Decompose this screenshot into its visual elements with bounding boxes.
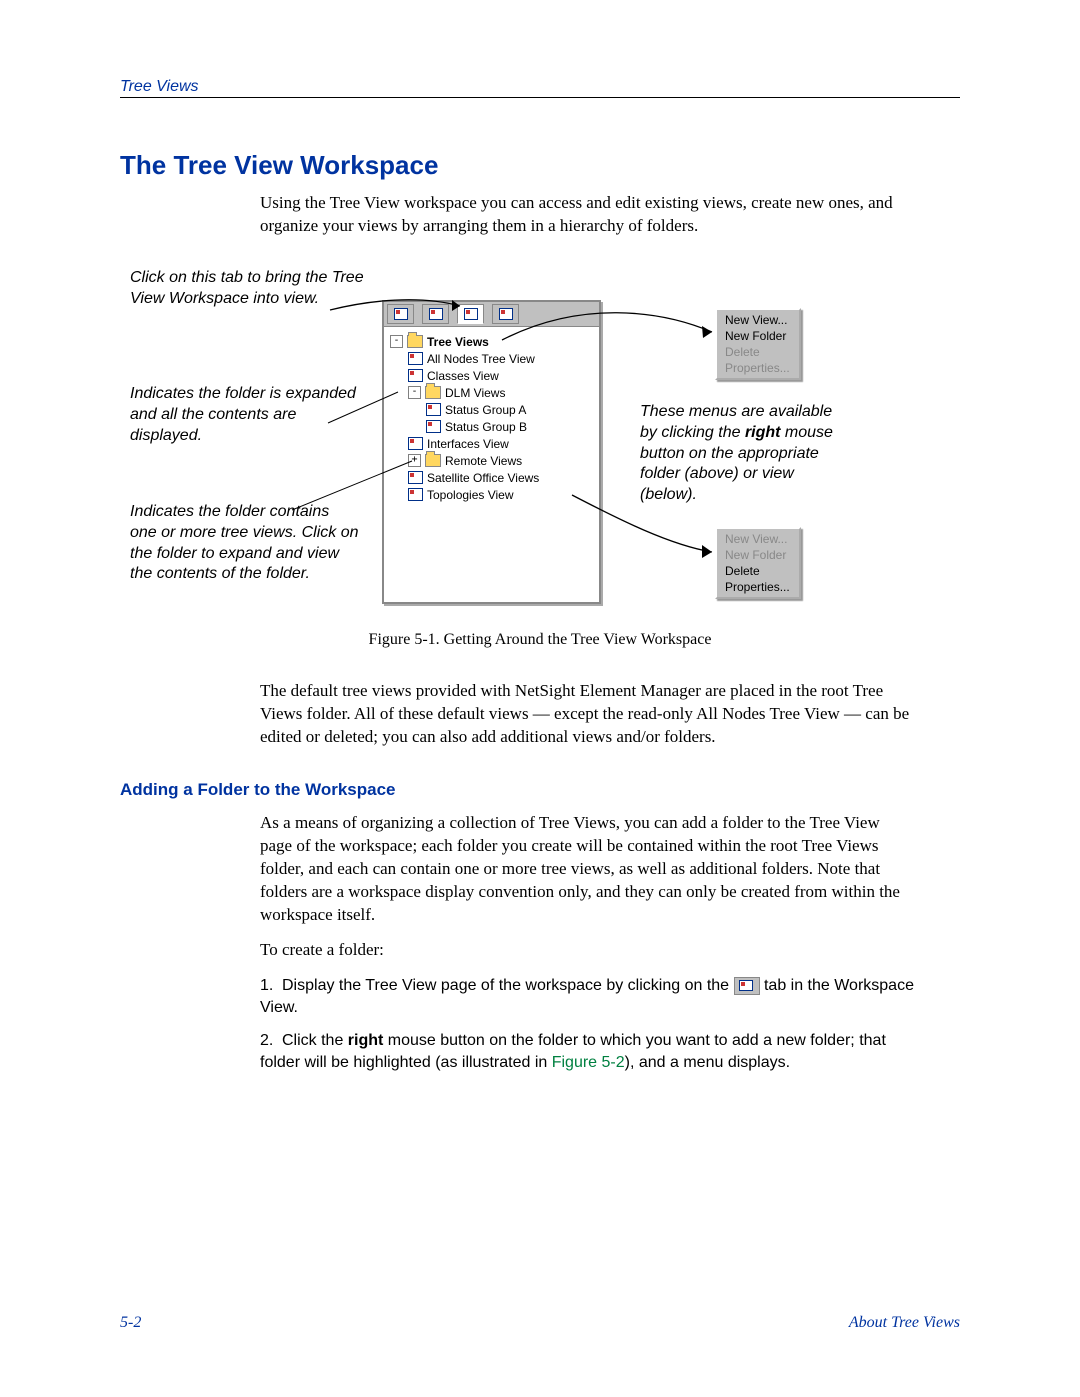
paragraph-add-folder: As a means of organizing a collection of… <box>260 812 915 927</box>
page-number: 5-2 <box>120 1314 141 1332</box>
paragraph-default-views: The default tree views provided with Net… <box>260 680 915 749</box>
menu-new-view[interactable]: New View... <box>719 531 797 547</box>
tree-item-label: All Nodes Tree View <box>427 352 535 366</box>
folder-icon <box>407 335 423 348</box>
view-icon <box>426 403 441 416</box>
context-menu-view: New View... New Folder Delete Properties… <box>715 527 801 599</box>
view-icon <box>408 471 423 484</box>
view-icon <box>408 352 423 365</box>
expand-plus-icon[interactable]: + <box>408 454 421 467</box>
tree-root[interactable]: - Tree Views <box>390 333 593 350</box>
tree-item[interactable]: Classes View <box>390 367 593 384</box>
menu-delete[interactable]: Delete <box>719 344 797 360</box>
header-rule <box>120 97 960 98</box>
tab-icon <box>394 308 408 320</box>
paragraph-to-create: To create a folder: <box>260 940 384 960</box>
folder-icon <box>425 386 441 399</box>
workspace-tabstrip <box>384 302 599 327</box>
footer-section: About Tree Views <box>849 1314 960 1332</box>
workspace-tab-2[interactable] <box>422 304 449 324</box>
callout-context-menu: These menus are available by clicking th… <box>640 402 845 506</box>
tree-folder-dlm[interactable]: - DLM Views <box>390 384 593 401</box>
treeview-tab-icon <box>734 977 760 995</box>
figure-caption: Figure 5-1. Getting Around the Tree View… <box>0 631 1080 649</box>
tree-item-label: Classes View <box>427 369 499 383</box>
workspace-tab-treeview[interactable] <box>457 304 484 324</box>
expand-minus-icon[interactable]: - <box>390 335 403 348</box>
view-icon <box>408 437 423 450</box>
tree-view-workspace-figure: - Tree Views All Nodes Tree View Classes… <box>382 300 601 604</box>
tree-root-label: Tree Views <box>427 335 489 349</box>
callout-collapsed-folder: Indicates the folder contains one or mor… <box>130 502 360 585</box>
page-footer: 5-2 About Tree Views <box>120 1314 960 1332</box>
workspace-tab-1[interactable] <box>387 304 414 324</box>
menu-delete[interactable]: Delete <box>719 563 797 579</box>
expand-minus-icon[interactable]: - <box>408 386 421 399</box>
menu-new-folder[interactable]: New Folder <box>719 547 797 563</box>
tab-icon <box>429 308 443 320</box>
menu-properties[interactable]: Properties... <box>719 360 797 376</box>
section-title: The Tree View Workspace <box>120 150 438 181</box>
intro-paragraph: Using the Tree View workspace you can ac… <box>260 192 915 238</box>
subsection-title: Adding a Folder to the Workspace <box>120 780 396 800</box>
tree-item-label: Satellite Office Views <box>427 471 539 485</box>
menu-new-folder[interactable]: New Folder <box>719 328 797 344</box>
tree-item-label: DLM Views <box>445 386 505 400</box>
view-icon <box>408 369 423 382</box>
tree-item[interactable]: Satellite Office Views <box>390 469 593 486</box>
tree-item[interactable]: Status Group B <box>390 418 593 435</box>
tab-icon <box>464 308 478 320</box>
step-1: 1.Display the Tree View page of the work… <box>260 975 915 1020</box>
tree-item[interactable]: Topologies View <box>390 486 593 503</box>
tree-item-label: Status Group A <box>445 403 526 417</box>
tree-item-label: Interfaces View <box>427 437 509 451</box>
callout-expanded-folder: Indicates the folder is expanded and all… <box>130 384 360 446</box>
view-icon <box>426 420 441 433</box>
tab-icon <box>499 308 513 320</box>
page-header-label: Tree Views <box>120 78 199 96</box>
folder-icon <box>425 454 441 467</box>
tree-folder-remote[interactable]: + Remote Views <box>390 452 593 469</box>
menu-properties[interactable]: Properties... <box>719 579 797 595</box>
tree-item[interactable]: All Nodes Tree View <box>390 350 593 367</box>
figure-reference: Figure 5-2 <box>552 1054 625 1071</box>
tree-item[interactable]: Status Group A <box>390 401 593 418</box>
tree-item-label: Topologies View <box>427 488 514 502</box>
callout-tab: Click on this tab to bring the Tree View… <box>130 268 370 310</box>
step-2: 2.Click the right mouse button on the fo… <box>260 1030 915 1075</box>
tree-item-label: Remote Views <box>445 454 522 468</box>
tree-item[interactable]: Interfaces View <box>390 435 593 452</box>
tree-body: - Tree Views All Nodes Tree View Classes… <box>384 327 599 509</box>
menu-new-view[interactable]: New View... <box>719 312 797 328</box>
workspace-tab-4[interactable] <box>492 304 519 324</box>
tree-item-label: Status Group B <box>445 420 527 434</box>
context-menu-folder: New View... New Folder Delete Properties… <box>715 308 801 380</box>
view-icon <box>408 488 423 501</box>
